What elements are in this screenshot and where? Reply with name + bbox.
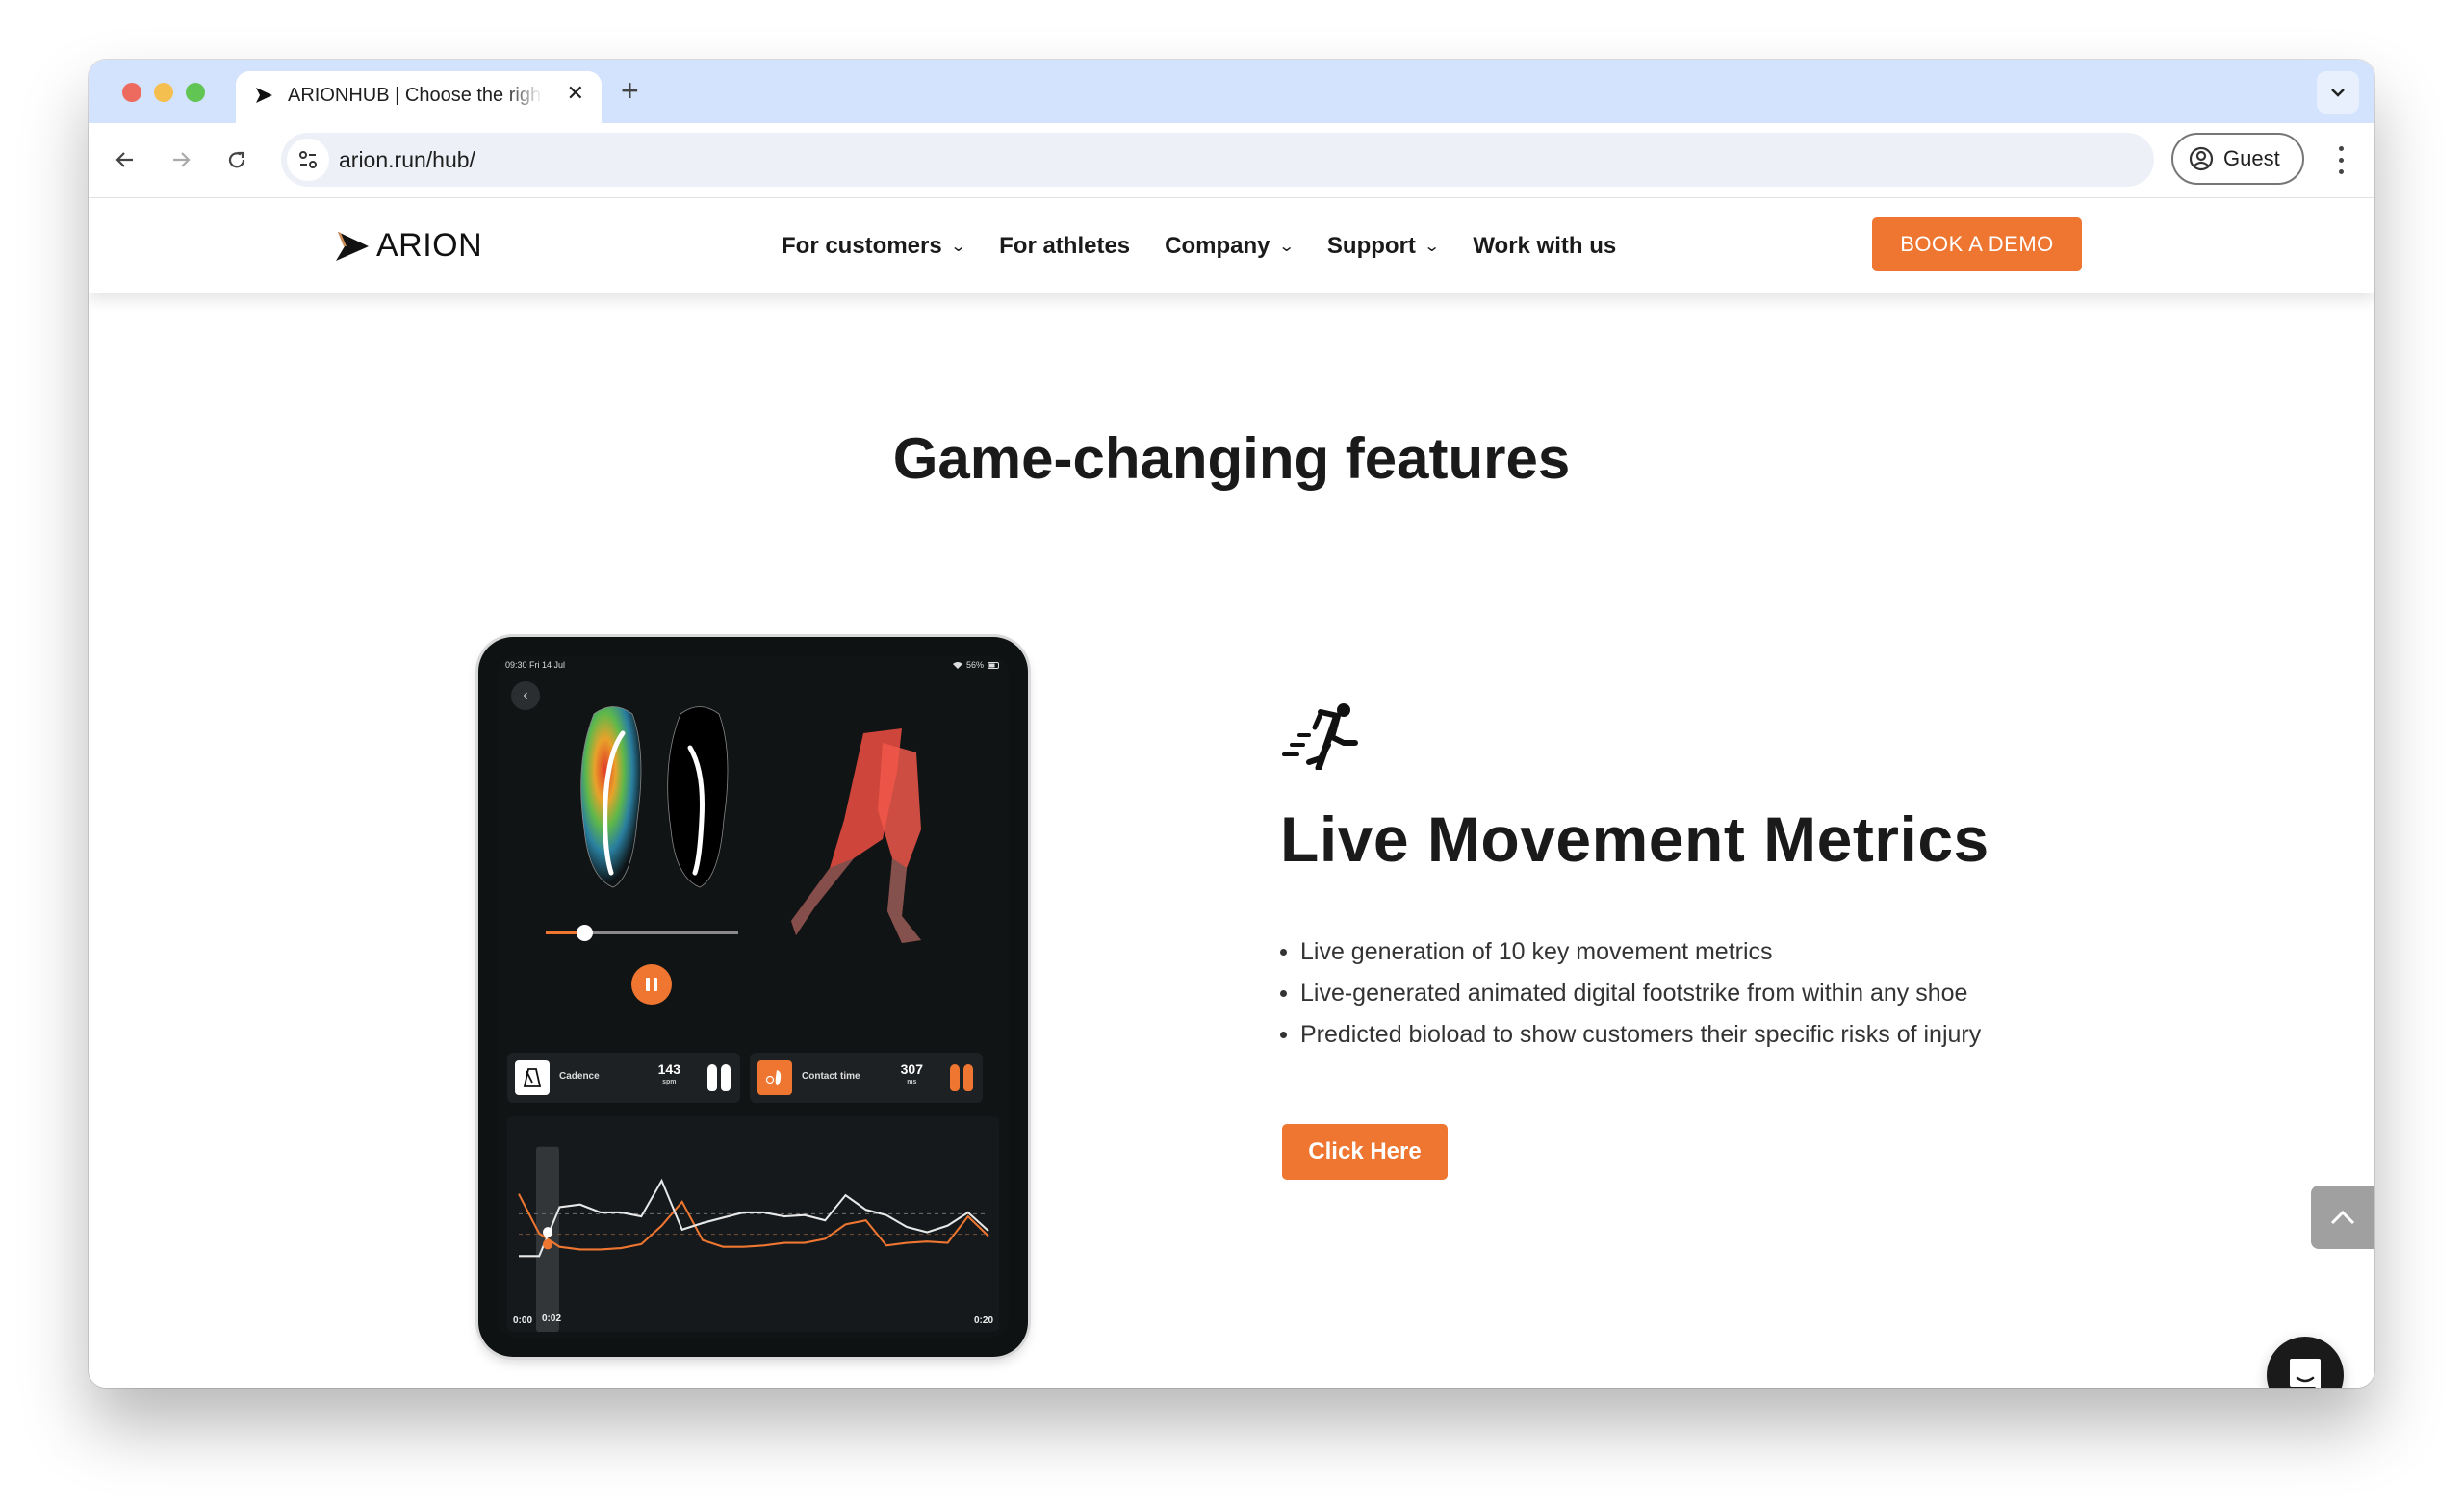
feature-bullet: Live-generated animated digital footstri…	[1280, 973, 1981, 1014]
chevron-down-icon	[2331, 89, 2345, 97]
close-window-button[interactable]	[122, 83, 141, 102]
nav-label: Company	[1165, 233, 1270, 259]
running-person-icon	[1282, 703, 1358, 770]
scroll-to-top-button[interactable]	[2311, 1186, 2374, 1249]
time-current-label: 0:02	[542, 1314, 562, 1324]
nav-label: For athletes	[999, 233, 1131, 259]
tab-strip: ARIONHUB | Choose the right ✕ +	[89, 60, 2374, 123]
time-end-label: 0:20	[973, 1315, 993, 1326]
tablet-mockup: 09:30 Fri 14 Jul 56% ‹ Cadence 143 spm C…	[478, 637, 1028, 1357]
maximize-window-button[interactable]	[186, 83, 205, 102]
chat-launcher-button[interactable]	[2267, 1337, 2344, 1388]
main-nav: For customers ⌄ For athletes Company ⌄ Sup…	[782, 233, 1616, 260]
footstrike-heatmap	[580, 706, 729, 888]
logo-text: ARION	[376, 227, 483, 264]
pause-button[interactable]	[631, 964, 672, 1005]
minimize-window-button[interactable]	[154, 83, 173, 102]
arion-logo-icon	[336, 231, 369, 261]
nav-label: Support	[1326, 233, 1416, 259]
metric-card-cadence: Cadence 143 spm	[507, 1053, 740, 1103]
book-demo-button[interactable]: BOOK A DEMO	[1872, 217, 2082, 271]
timeline-chart-svg	[518, 1146, 989, 1332]
forward-arrow-icon[interactable]	[164, 142, 198, 177]
foot-timer-icon	[757, 1060, 792, 1095]
browser-window: ARIONHUB | Choose the right ✕ + arion.ru…	[89, 60, 2374, 1388]
site-header: ARION For customers ⌄ For athletes Compan…	[89, 198, 2374, 293]
time-start-label: 0:00	[513, 1315, 533, 1326]
tab-title: ARIONHUB | Choose the right	[288, 85, 543, 106]
nav-work-with-us[interactable]: Work with us	[1473, 233, 1616, 260]
feature-bullet: Live generation of 10 key movement metri…	[1280, 931, 1981, 973]
click-here-button[interactable]: Click Here	[1282, 1124, 1448, 1180]
battery-icon	[988, 661, 999, 669]
chevron-down-icon: ⌄	[1277, 239, 1295, 255]
metrics-timeline-chart: 0:00 0:02 0:20	[507, 1116, 999, 1332]
metric-value: 143 spm	[657, 1061, 680, 1085]
contact-time-series-line	[518, 1193, 989, 1251]
metronome-icon	[515, 1060, 550, 1095]
chevron-up-icon	[2330, 1210, 2355, 1225]
profile-button[interactable]: Guest	[2171, 133, 2304, 185]
tab-search-button[interactable]	[2317, 71, 2359, 114]
nav-for-athletes[interactable]: For athletes	[999, 233, 1130, 260]
battery-percent: 56%	[965, 660, 984, 670]
metric-label: Contact time	[802, 1071, 860, 1082]
playback-slider[interactable]	[546, 925, 738, 941]
profile-label: Guest	[2223, 146, 2280, 170]
browser-tab-active[interactable]: ARIONHUB | Choose the right ✕	[236, 71, 602, 123]
feet-icon	[707, 1064, 731, 1091]
contact-time-playhead-dot	[543, 1238, 552, 1250]
feature-bullet: Predicted bioload to show customers thei…	[1280, 1014, 1981, 1056]
status-time: 09:30 Fri 14 Jul	[505, 660, 566, 670]
profile-icon	[2189, 146, 2214, 171]
close-icon[interactable]: ✕	[567, 81, 584, 106]
nav-support[interactable]: Support ⌄	[1326, 233, 1441, 260]
metric-card-contact-time: Contact time 307 ms	[750, 1053, 983, 1103]
cadence-playhead-dot	[543, 1227, 552, 1237]
arion-favicon-icon	[256, 88, 272, 103]
feature-title: Live Movement Metrics	[1280, 804, 1989, 875]
status-battery: 56%	[952, 660, 1001, 670]
chevron-down-icon: ⌄	[1423, 239, 1441, 255]
tablet-screen: 09:30 Fri 14 Jul 56% ‹ Cadence 143 spm C…	[498, 656, 1009, 1338]
nav-for-customers[interactable]: For customers ⌄	[782, 233, 967, 260]
reload-icon[interactable]	[219, 142, 254, 177]
nav-company[interactable]: Company ⌄	[1165, 233, 1295, 260]
back-chevron-icon[interactable]: ‹	[511, 681, 540, 710]
browser-toolbar: arion.run/hub/ Guest	[89, 123, 2374, 198]
metric-label: Cadence	[559, 1071, 600, 1082]
cadence-series-line	[519, 1178, 989, 1258]
back-arrow-icon[interactable]	[108, 142, 142, 177]
feature-bullets: Live generation of 10 key movement metri…	[1280, 931, 1981, 1056]
feet-icon	[950, 1064, 973, 1091]
nav-label: For customers	[782, 233, 942, 259]
leg-bioload-model	[791, 728, 921, 943]
chevron-down-icon: ⌄	[949, 239, 967, 255]
metric-value: 307 ms	[900, 1061, 923, 1085]
site-settings-icon[interactable]	[287, 139, 329, 181]
url-text: arion.run/hub/	[339, 147, 475, 172]
section-title: Game-changing features	[892, 426, 1571, 491]
address-bar[interactable]: arion.run/hub/	[281, 133, 2154, 187]
nav-label: Work with us	[1473, 233, 1617, 259]
arion-logo[interactable]: ARION	[334, 227, 482, 265]
page-viewport: ARION For customers ⌄ For athletes Compan…	[89, 198, 2374, 1388]
wifi-icon	[952, 662, 962, 669]
kebab-menu-icon[interactable]	[2331, 142, 2350, 177]
plus-icon[interactable]: +	[621, 73, 639, 108]
chat-bubble-icon	[2290, 1359, 2321, 1388]
playback-slider-thumb[interactable]	[577, 925, 593, 941]
